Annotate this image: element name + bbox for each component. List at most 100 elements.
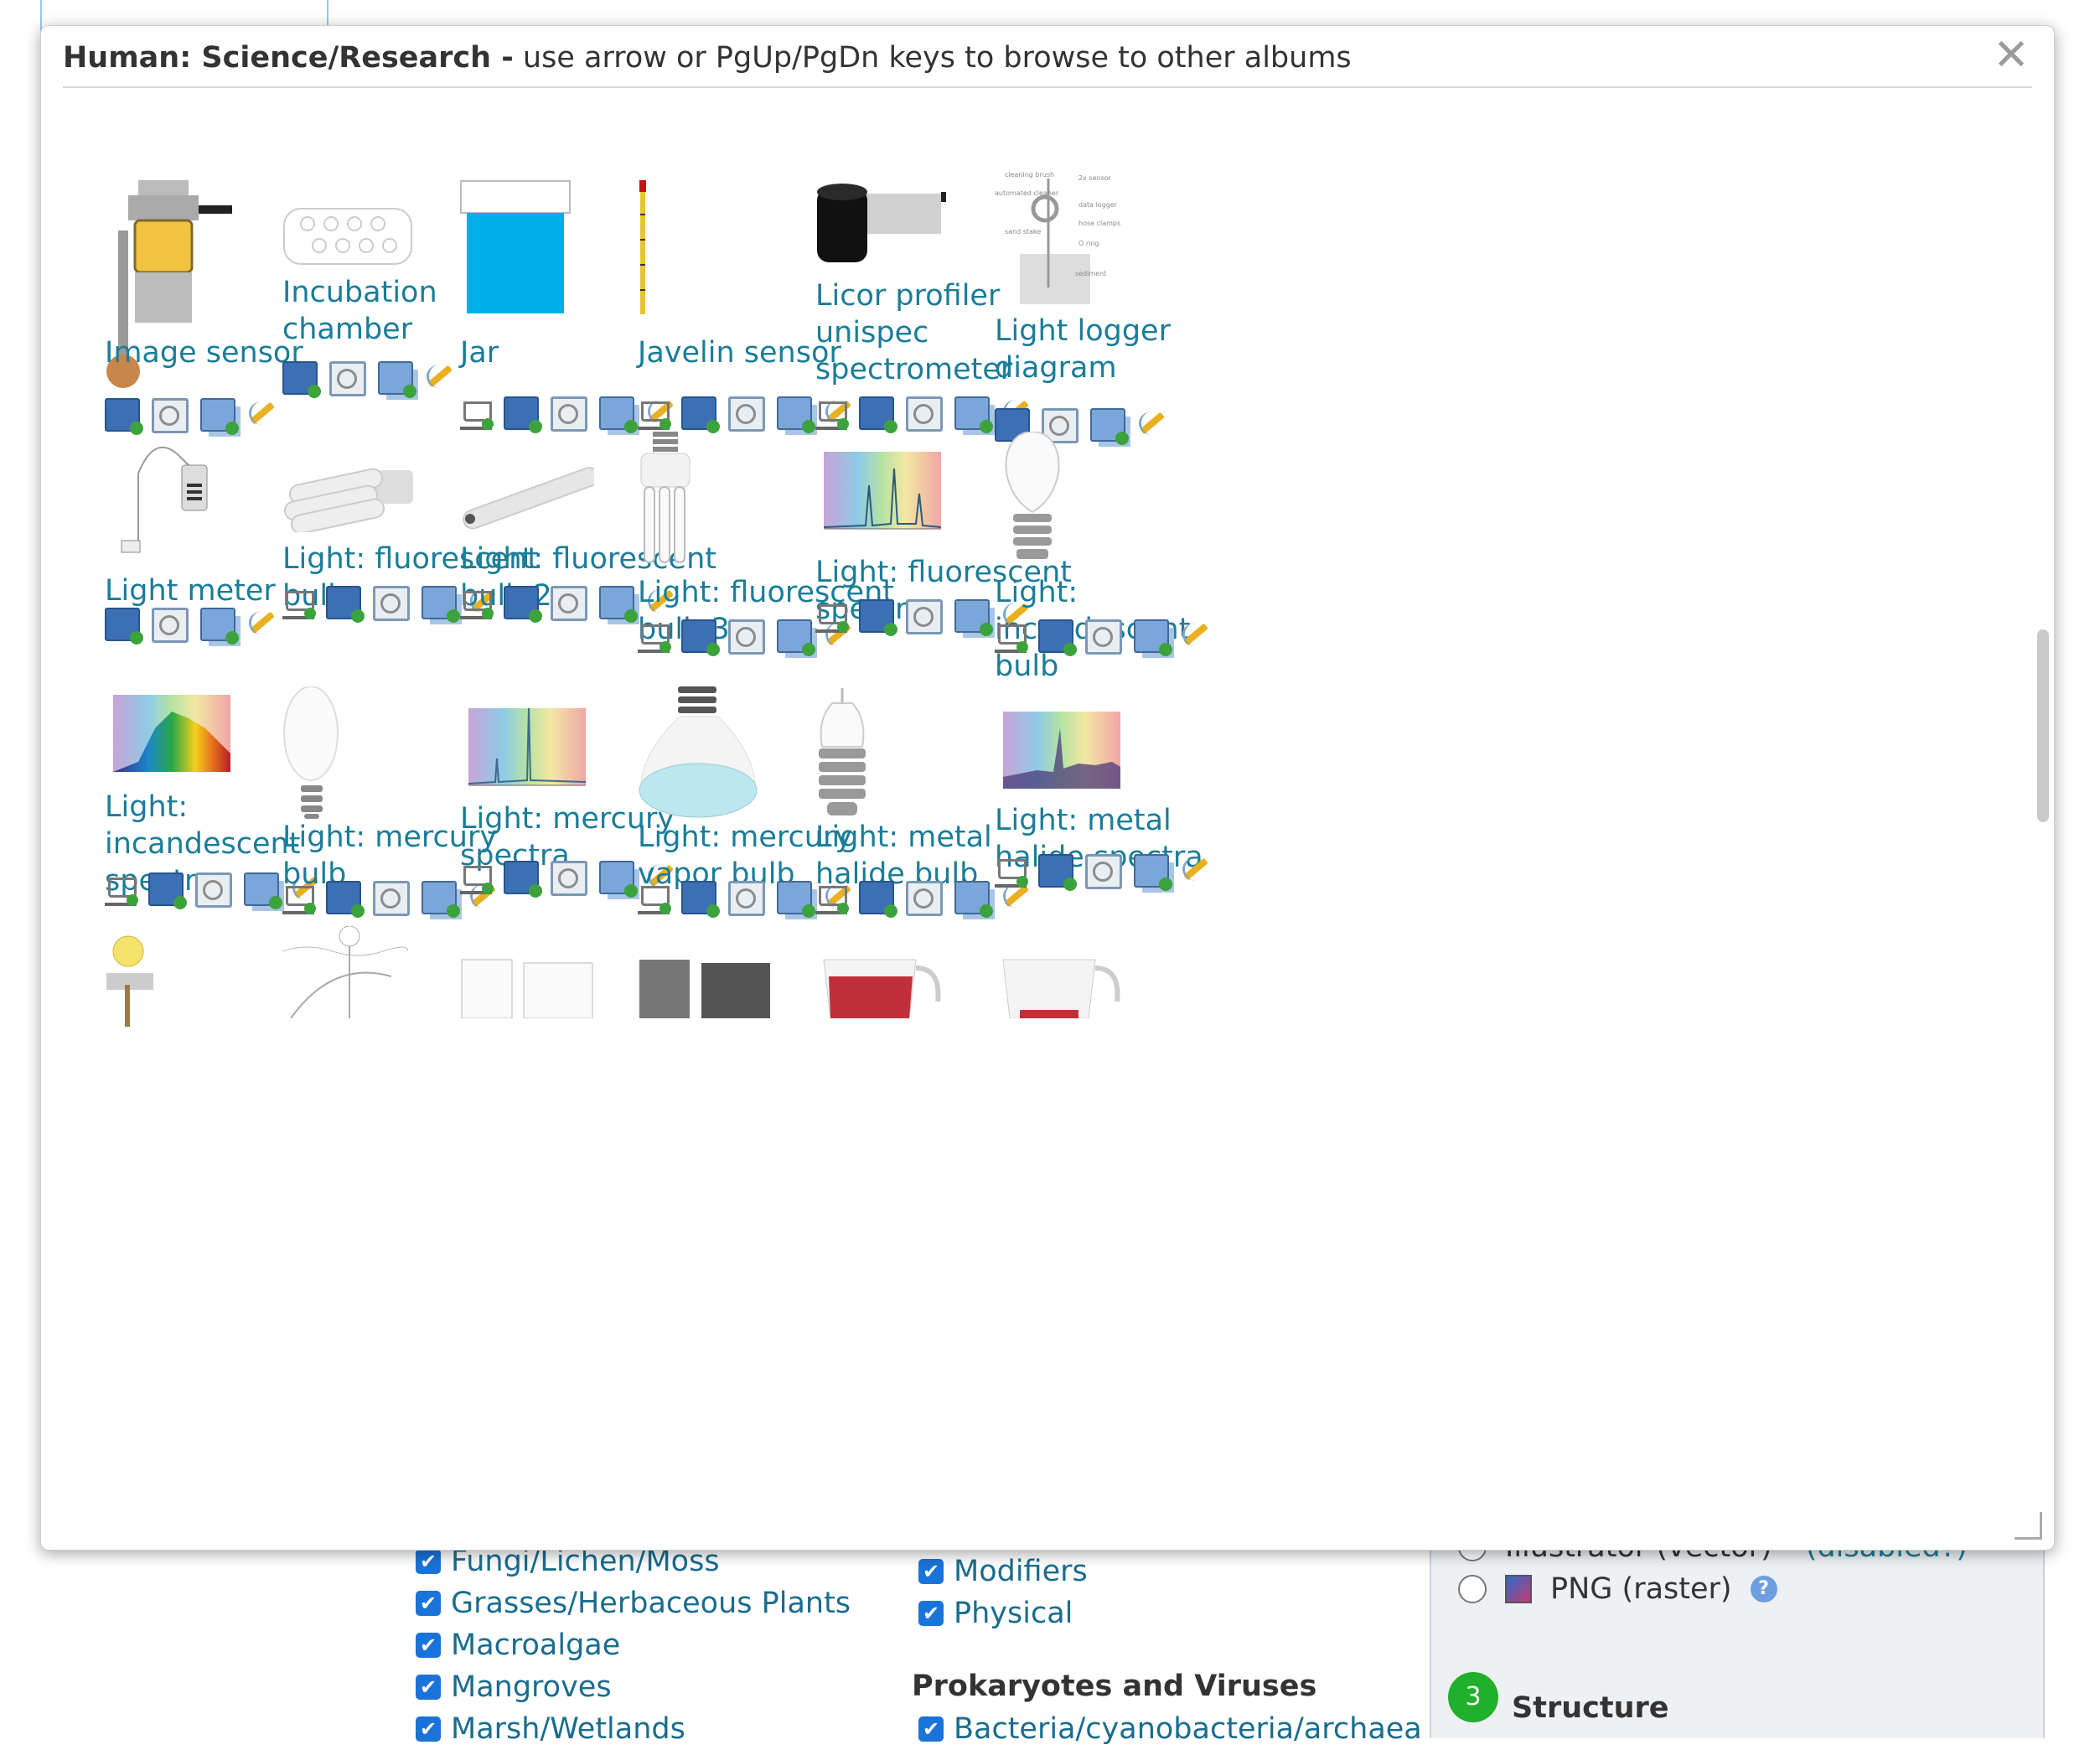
preview-icon[interactable] [152, 608, 189, 643]
checkbox-checked-icon[interactable]: ✔ [416, 1675, 441, 1700]
edit-icon[interactable] [425, 361, 457, 391]
copy-icon[interactable] [1090, 408, 1129, 445]
add-to-collection-icon[interactable] [681, 396, 720, 433]
add-to-cart-icon[interactable] [638, 396, 671, 430]
preview-icon[interactable] [906, 599, 943, 634]
copy-icon[interactable] [777, 619, 815, 656]
licor-profiler-thumbnail[interactable] [815, 180, 949, 264]
edit-icon[interactable] [247, 608, 279, 638]
category-modifiers[interactable]: ✔ Modifiers [918, 1551, 1088, 1592]
add-to-collection-icon[interactable] [282, 361, 321, 398]
copy-icon[interactable] [599, 586, 638, 623]
preview-icon[interactable] [373, 586, 410, 621]
add-to-collection-icon[interactable] [859, 599, 897, 636]
preview-icon[interactable] [728, 881, 765, 916]
copy-icon[interactable] [599, 396, 638, 433]
preview-icon[interactable] [1085, 854, 1122, 889]
preview-icon[interactable] [551, 586, 587, 621]
edit-icon[interactable] [1137, 408, 1169, 438]
add-to-cart-icon[interactable] [460, 396, 494, 430]
add-to-collection-icon[interactable] [1038, 619, 1077, 656]
preview-icon[interactable] [373, 881, 410, 916]
add-to-collection-icon[interactable] [859, 396, 897, 433]
add-to-collection-icon[interactable] [681, 619, 720, 656]
checkbox-checked-icon[interactable]: ✔ [416, 1549, 441, 1574]
checkbox-checked-icon[interactable]: ✔ [416, 1633, 441, 1658]
copy-icon[interactable] [422, 881, 460, 918]
fluorescent-bulb-3-thumbnail[interactable] [638, 432, 696, 566]
incandescent-spectra-thumbnail[interactable] [105, 695, 239, 787]
metal-halide-bulb-thumbnail[interactable] [815, 686, 874, 821]
add-to-cart-icon[interactable] [995, 619, 1028, 653]
resize-handle-icon[interactable] [2015, 1512, 2042, 1540]
fluorescent-bulb-thumbnail[interactable] [282, 465, 416, 532]
add-to-cart-icon[interactable] [105, 872, 138, 906]
preview-icon[interactable] [551, 396, 587, 432]
add-to-cart-icon[interactable] [638, 881, 671, 914]
mercury-vapor-bulb-thumbnail[interactable] [638, 686, 763, 821]
edit-icon[interactable] [247, 398, 279, 428]
copy-icon[interactable] [200, 608, 239, 645]
item-title[interactable]: Light logger diagram [995, 313, 1263, 386]
partial-thumbnail-3[interactable] [460, 951, 594, 1018]
close-icon[interactable]: ✕ [1990, 34, 2032, 77]
format-option-png[interactable]: PNG (raster) ? [1458, 1572, 1777, 1606]
add-to-collection-icon[interactable] [1038, 854, 1077, 891]
copy-icon[interactable] [954, 599, 993, 636]
preview-icon[interactable] [728, 396, 765, 432]
edit-icon[interactable] [1181, 619, 1213, 650]
partial-thumbnail-6[interactable] [995, 951, 1129, 1018]
fluorescent-spectra-thumbnail[interactable] [815, 452, 949, 544]
category-mangroves[interactable]: ✔ Mangroves [416, 1666, 851, 1708]
add-to-cart-icon[interactable] [282, 881, 316, 914]
add-to-collection-icon[interactable] [504, 396, 542, 433]
radio-button[interactable] [1458, 1575, 1487, 1603]
add-to-collection-icon[interactable] [504, 586, 542, 623]
add-to-collection-icon[interactable] [105, 608, 143, 645]
metal-halide-spectra-thumbnail[interactable] [995, 712, 1129, 804]
add-to-collection-icon[interactable] [326, 586, 365, 623]
copy-icon[interactable] [422, 586, 460, 623]
preview-icon[interactable] [906, 881, 943, 916]
partial-thumbnail-5[interactable] [815, 951, 949, 1018]
add-to-cart-icon[interactable] [282, 586, 316, 619]
preview-icon[interactable] [728, 619, 765, 655]
category-macroalgae[interactable]: ✔ Macroalgae [416, 1624, 851, 1666]
copy-icon[interactable] [777, 396, 815, 433]
checkbox-checked-icon[interactable]: ✔ [918, 1559, 944, 1584]
checkbox-checked-icon[interactable]: ✔ [416, 1591, 441, 1616]
add-to-cart-icon[interactable] [460, 861, 494, 894]
category-bacteria[interactable]: ✔ Bacteria/cyanobacteria/archaea [918, 1708, 1422, 1750]
add-to-cart-icon[interactable] [815, 881, 849, 914]
add-to-cart-icon[interactable] [815, 599, 849, 633]
preview-icon[interactable] [195, 872, 232, 908]
preview-icon[interactable] [906, 396, 943, 432]
copy-icon[interactable] [378, 361, 416, 398]
add-to-cart-icon[interactable] [638, 619, 671, 653]
copy-icon[interactable] [599, 861, 638, 898]
partial-thumbnail-1[interactable] [105, 935, 172, 1027]
partial-thumbnail-4[interactable] [638, 951, 772, 1018]
copy-icon[interactable] [954, 881, 993, 918]
category-grasses[interactable]: ✔ Grasses/Herbaceous Plants [416, 1582, 851, 1624]
checkbox-checked-icon[interactable]: ✔ [918, 1601, 944, 1626]
jar-thumbnail[interactable] [460, 180, 577, 314]
copy-icon[interactable] [244, 872, 282, 909]
add-to-collection-icon[interactable] [105, 398, 143, 435]
copy-icon[interactable] [1134, 619, 1172, 656]
partial-thumbnail-2[interactable] [282, 926, 408, 1018]
add-to-collection-icon[interactable] [681, 881, 720, 918]
copy-icon[interactable] [1134, 854, 1172, 891]
preview-icon[interactable] [152, 398, 189, 433]
copy-icon[interactable] [954, 396, 993, 433]
edit-icon[interactable] [1181, 854, 1213, 884]
javelin-sensor-thumbnail[interactable] [638, 180, 654, 314]
category-marsh[interactable]: ✔ Marsh/Wetlands [416, 1708, 851, 1750]
preview-icon[interactable] [329, 361, 366, 396]
add-to-cart-icon[interactable] [995, 854, 1028, 888]
incubation-chamber-thumbnail[interactable] [282, 205, 416, 267]
fluorescent-bulb-2-thumbnail[interactable] [460, 465, 594, 532]
mercury-spectra-thumbnail[interactable] [460, 708, 594, 800]
add-to-collection-icon[interactable] [504, 861, 542, 898]
copy-icon[interactable] [777, 881, 815, 918]
